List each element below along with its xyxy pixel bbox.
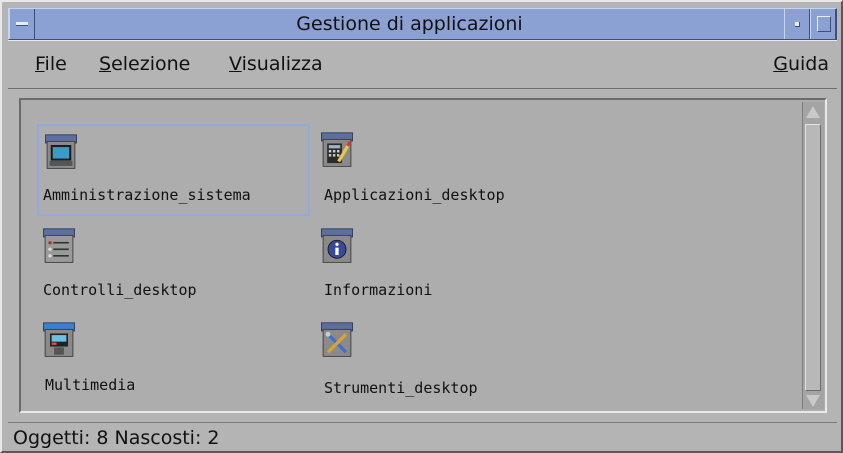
item-applicazioni-desktop[interactable]: Applicazioni_desktop [320, 124, 580, 216]
control-panel-icon [43, 228, 75, 263]
menu-selection-mnemonic: S [99, 53, 112, 75]
title-bar[interactable]: Gestione di applicazioni [8, 8, 837, 40]
maximize-button[interactable] [810, 9, 836, 39]
menu-selection[interactable]: Selezione [99, 53, 190, 75]
menu-help-label: uida [787, 53, 829, 75]
menu-file-label: ile [44, 53, 67, 75]
item-multimedia[interactable]: Multimedia [37, 318, 297, 400]
item-label: Informazioni [324, 281, 433, 299]
menu-file[interactable]: File [35, 53, 67, 75]
item-label: Multimedia [45, 376, 136, 394]
info-icon [321, 228, 353, 263]
menu-view-mnemonic: V [229, 53, 242, 75]
menu-help[interactable]: Guida [773, 53, 829, 75]
maximize-icon [817, 16, 831, 32]
minimize-button[interactable] [784, 9, 810, 39]
item-label: Applicazioni_desktop [324, 186, 505, 204]
menu-bar: File Selezione Visualizza Guida [8, 40, 837, 89]
multimedia-icon [43, 322, 75, 357]
window-menu-icon [16, 22, 28, 26]
item-controlli-desktop[interactable]: Controlli_desktop [37, 224, 297, 306]
window-title: Gestione di applicazioni [296, 13, 523, 35]
status-text: Oggetti: 8 Nascosti: 2 [13, 427, 220, 449]
scroll-down-arrow-icon[interactable] [806, 395, 820, 407]
item-strumenti-desktop[interactable]: Strumenti_desktop [320, 318, 580, 400]
menu-selection-label: elezione [111, 53, 191, 75]
app-manager-window: Gestione di applicazioni File Selezione … [0, 0, 843, 453]
scroll-up-arrow-icon[interactable] [806, 106, 820, 118]
item-label: Strumenti_desktop [324, 379, 478, 397]
menu-view-label: isualizza [241, 53, 323, 75]
menu-help-mnemonic: G [773, 53, 788, 75]
scroll-thumb[interactable] [805, 124, 821, 391]
calculator-pencil-icon [321, 132, 353, 167]
window-menu-button[interactable] [9, 9, 35, 39]
minimize-icon [795, 22, 800, 27]
menu-view[interactable]: Visualizza [229, 53, 323, 75]
item-label: Controlli_desktop [43, 281, 197, 299]
item-informazioni[interactable]: Informazioni [320, 224, 580, 306]
status-bar: Oggetti: 8 Nascosti: 2 [8, 422, 837, 450]
item-amministrazione-sistema[interactable]: Amministrazione_sistema [37, 124, 310, 216]
menu-file-mnemonic: F [35, 53, 45, 75]
tools-icon [321, 322, 353, 357]
item-label: Amministrazione_sistema [43, 186, 251, 204]
vertical-scrollbar[interactable] [802, 102, 824, 409]
icon-view[interactable]: Amministrazione_sistema Applicazioni_des… [19, 98, 827, 413]
computer-monitor-icon [45, 134, 77, 169]
